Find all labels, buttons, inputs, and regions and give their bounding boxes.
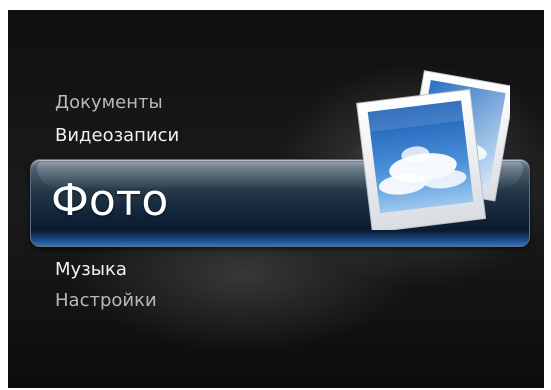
menu-item-settings[interactable]: Настройки [55,290,157,312]
photos-icon [356,70,510,230]
menu-item-videos[interactable]: Видеозаписи [55,125,179,147]
media-menu-screen: Документы Видеозаписи Фото Музыка Настро… [8,10,544,388]
selected-item-label: Фото [51,175,169,226]
menu-item-documents[interactable]: Документы [55,92,163,114]
menu-item-music[interactable]: Музыка [55,259,127,281]
